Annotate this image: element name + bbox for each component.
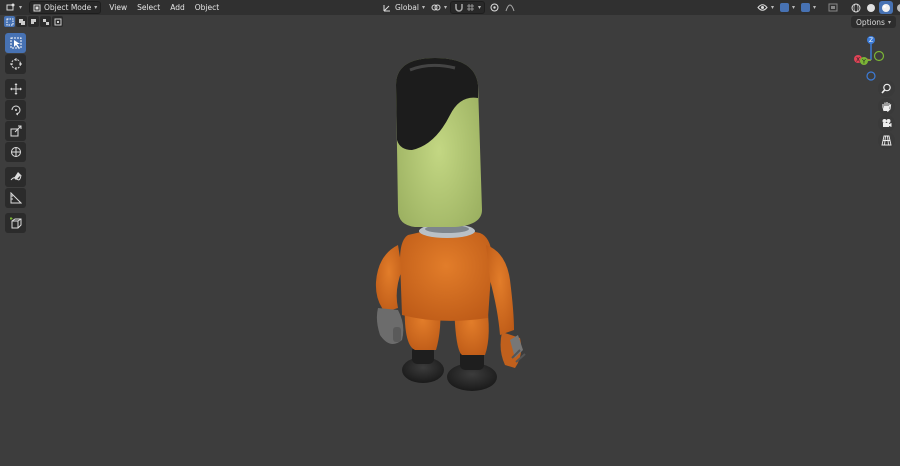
pan-hand-icon (882, 102, 892, 112)
xray-toggle-button[interactable] (825, 1, 841, 14)
perspective-toggle-button[interactable] (878, 132, 895, 149)
options-dropdown[interactable]: Options ▾ (851, 16, 896, 28)
chevron-down-icon: ▾ (771, 4, 775, 11)
character-model[interactable] (360, 50, 550, 400)
chevron-down-icon: ▾ (421, 4, 425, 11)
z-axis-label: Z (869, 37, 873, 44)
chevron-down-icon: ▾ (792, 4, 796, 11)
chevron-down-icon: ▾ (94, 4, 98, 11)
tool-move[interactable] (5, 79, 26, 99)
move-icon (9, 83, 22, 95)
shading-rendered-button[interactable] (894, 1, 900, 14)
chevron-down-icon: ▾ (19, 4, 23, 11)
select-new-button[interactable] (4, 16, 15, 27)
chevron-down-icon: ▾ (887, 18, 891, 26)
neg-z-axis-handle[interactable] (866, 71, 876, 81)
navigation-gizmo[interactable]: X Y Z (846, 35, 896, 85)
overlay-toggle-button[interactable]: ▾ (798, 1, 819, 14)
tool-scale[interactable] (5, 121, 26, 141)
rendered-sphere-icon (897, 3, 900, 12)
solid-sphere-icon (867, 3, 876, 12)
editor-type-button[interactable]: ▾ (3, 1, 25, 14)
neg-y-axis-handle[interactable] (873, 50, 885, 62)
overlay-icon (801, 3, 811, 12)
transform-icon (10, 147, 21, 157)
torso (400, 229, 492, 321)
magnet-icon (455, 4, 463, 12)
left-arm (375, 245, 402, 312)
selection-mode-group (4, 16, 63, 27)
gizmo-toggle-button[interactable]: ▾ (777, 1, 798, 14)
zoom-icon (881, 83, 891, 94)
perspective-grid-icon (881, 135, 892, 146)
object-mode-icon (33, 4, 41, 11)
gizmo-icon (780, 3, 790, 12)
select-invert-button[interactable] (40, 16, 51, 27)
mode-label: Object Mode (44, 3, 92, 12)
shading-wireframe-button[interactable] (849, 1, 863, 14)
falloff-button[interactable] (502, 1, 518, 14)
menu-select[interactable]: Select (132, 3, 165, 12)
select-extend-icon (18, 18, 25, 25)
proportional-edit-icon (490, 3, 499, 12)
select-new-icon (6, 18, 13, 25)
chevron-down-icon: ▾ (477, 4, 481, 11)
snap-button[interactable]: ▾ (449, 1, 485, 14)
add-cube-icon (9, 217, 21, 229)
mode-dropdown[interactable]: Object Mode ▾ (29, 1, 102, 14)
right-arm (486, 245, 514, 335)
left-thumb (393, 327, 401, 342)
select-extend-button[interactable] (16, 16, 27, 27)
y-axis-label: Y (861, 59, 866, 66)
measure-icon (10, 192, 22, 204)
snap-grid-icon (466, 4, 474, 11)
select-subtract-icon (30, 18, 37, 25)
chevron-down-icon: ▾ (443, 4, 447, 11)
eye-icon (757, 4, 768, 11)
menu-object[interactable]: Object (190, 3, 224, 12)
viewport-header: ▾ Object Mode ▾ View Select Add Object G… (0, 0, 900, 15)
orientation-dropdown[interactable]: Global ▾ (380, 1, 428, 14)
pan-button[interactable] (878, 98, 895, 115)
orientation-label: Global (395, 3, 419, 12)
visibility-button[interactable]: ▾ (754, 1, 777, 14)
tool-transform[interactable] (5, 142, 26, 162)
falloff-curve-icon (505, 4, 515, 12)
tool-cursor[interactable] (5, 54, 26, 74)
material-sphere-icon (882, 3, 891, 12)
xray-icon (828, 3, 838, 12)
tool-add-cube[interactable] (5, 213, 26, 233)
orientation-icon (383, 5, 390, 12)
proportional-edit-button[interactable] (487, 1, 502, 14)
select-intersect-icon (54, 18, 61, 25)
tool-annotate[interactable] (5, 167, 26, 187)
tool-rotate[interactable] (5, 100, 26, 120)
editor-type-icon (6, 3, 15, 11)
menu-add[interactable]: Add (165, 3, 190, 12)
chevron-down-icon: ▾ (813, 4, 817, 11)
menu-view[interactable]: View (104, 3, 132, 12)
camera-icon (882, 119, 892, 127)
select-intersect-button[interactable] (52, 16, 63, 27)
link-icon (431, 4, 441, 11)
shading-solid-button[interactable] (864, 1, 878, 14)
tool-shelf (5, 33, 27, 234)
camera-view-button[interactable] (878, 115, 895, 132)
rotate-icon (11, 105, 20, 116)
wireframe-sphere-icon (851, 3, 861, 12)
select-box-icon (10, 37, 21, 49)
select-invert-icon (42, 18, 49, 25)
annotate-icon (10, 172, 21, 181)
select-subtract-button[interactable] (28, 16, 39, 27)
cursor-icon (9, 58, 22, 70)
tool-measure[interactable] (5, 188, 26, 208)
pivot-button[interactable]: ▾ (428, 1, 450, 14)
scale-icon (10, 125, 21, 137)
zoom-button[interactable] (878, 80, 895, 97)
x-axis-label: X (856, 57, 860, 64)
shading-material-button[interactable] (879, 1, 894, 14)
options-label: Options (856, 17, 885, 27)
tool-select-box[interactable] (5, 33, 26, 53)
